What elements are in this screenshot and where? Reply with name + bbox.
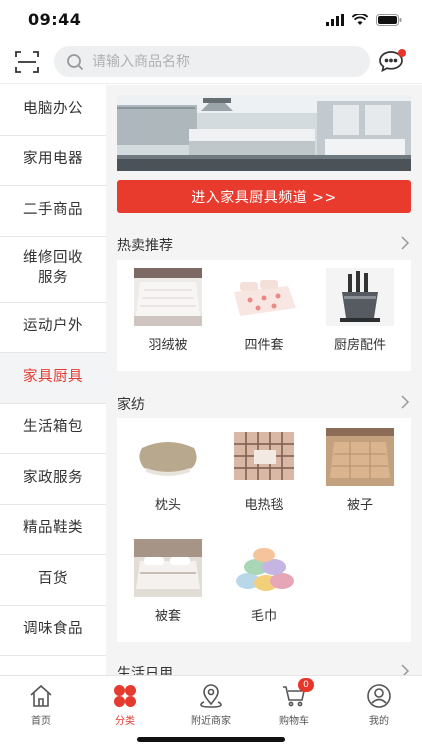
profile-icon [367,684,391,708]
cart-badge: 0 [298,678,314,692]
electric-blanket-image [230,428,298,486]
sidebar-item-seasoning-food[interactable]: 调味食品 [0,605,106,656]
sidebar-item-housekeeping[interactable]: 家政服务 [0,454,106,505]
message-badge-dot [398,49,406,57]
down-comforter-image [134,268,202,326]
tab-category[interactable]: 分类 [90,683,160,727]
sidebar-item-bags[interactable]: 生活箱包 [0,403,106,454]
tab-cart[interactable]: 0 购物车 [259,678,329,727]
scan-icon [15,51,39,73]
sidebar-item-label: 生活箱包 [23,419,83,436]
kitchen-knife-set-image [326,268,394,326]
product-item[interactable]: 被子 [315,428,405,513]
search-icon [67,54,84,71]
category-icon [114,685,136,707]
sidebar-item-label: 运动户外 [23,318,83,335]
tab-nearby-merchants[interactable]: 附近商家 [176,683,246,727]
location-icon [200,684,222,708]
tab-label: 首页 [31,716,51,727]
product-item[interactable]: 被套 [123,539,213,624]
sidebar-item-label: 家具厨具 [23,368,83,385]
sidebar-item-second-hand[interactable]: 二手商品 [0,186,106,237]
sidebar-item-general-goods[interactable]: 百货 [0,555,106,606]
sidebar-item-home-appliances[interactable]: 家用电器 [0,135,106,186]
status-bar: 09:44 [0,0,422,40]
chevron-right-icon[interactable] [400,236,410,250]
sidebar-item-shoes[interactable]: 精品鞋类 [0,504,106,555]
duvet-cover-image [134,539,202,597]
message-button[interactable] [378,49,406,75]
product-label: 毛巾 [250,609,277,624]
cart-icon-wrap: 0 [281,678,314,709]
product-label: 被套 [154,609,181,624]
sidebar-item-label: 二手商品 [23,201,83,218]
tab-home[interactable]: 首页 [6,683,76,727]
category-sidebar: 电脑办公 家用电器 二手商品 维修回收 服务 运动户外 家具厨具 生活箱包 家政… [0,85,106,675]
home-indicator [137,737,285,742]
product-label: 被子 [346,498,373,513]
product-item[interactable]: 四件套 [219,268,309,353]
chevron-right-icon[interactable] [400,664,410,675]
product-label: 四件套 [244,338,284,353]
hot-products-card: 羽绒被 四件套 厨房配件 [117,260,411,371]
product-item[interactable]: 毛巾 [219,539,309,624]
chevron-right-icon[interactable] [400,395,410,409]
product-label: 厨房配件 [333,338,386,353]
product-label: 电热毯 [244,498,284,513]
pillow-image [134,428,202,486]
section-title-daily-use: 生活日用 [117,666,173,675]
sidebar-item-label: 调味食品 [23,621,83,638]
battery-icon [376,14,402,26]
quilt-image [326,428,394,486]
product-item[interactable]: 厨房配件 [315,268,405,353]
search-input[interactable] [92,46,352,77]
section-title-home-textile: 家纺 [117,397,145,413]
sidebar-item-outdoor-sports[interactable]: 运动户外 [0,302,106,353]
tab-label: 分类 [115,716,135,727]
sidebar-item-furniture-kitchen[interactable]: 家具厨具 [0,353,106,404]
sidebar-item-label: 精品鞋类 [23,520,83,537]
tab-profile[interactable]: 我的 [344,683,414,727]
sidebar-item-label: 百货 [38,570,68,587]
sidebar-item-label: 电脑办公 [23,100,83,117]
tab-label: 附近商家 [191,716,231,727]
product-label: 枕头 [154,498,181,513]
kitchen-banner-image[interactable] [117,95,411,171]
product-item[interactable]: 电热毯 [219,428,309,513]
towel-image [230,539,298,597]
status-time: 09:44 [28,10,82,29]
section-title-hot: 热卖推荐 [117,238,173,254]
tab-label: 购物车 [279,716,309,727]
product-item[interactable]: 枕头 [123,428,213,513]
category-content: 进入家具厨具频道 >> 热卖推荐 羽绒被 四件套 厨房配件 家纺 枕头 电热毯 … [106,85,422,675]
sidebar-item-computer-office[interactable]: 电脑办公 [0,85,106,136]
sidebar-item-partial[interactable] [0,656,106,675]
product-label: 羽绒被 [148,338,188,353]
home-textile-card: 枕头 电热毯 被子 被套 毛巾 [117,418,411,642]
sidebar-item-label: 维修回收 服务 [23,250,83,286]
enter-channel-button[interactable]: 进入家具厨具频道 >> [117,180,411,213]
status-icons [326,14,402,26]
scan-button[interactable] [14,49,40,75]
sidebar-item-label: 家政服务 [23,469,83,486]
sidebar-item-label: 家用电器 [23,151,83,168]
search-box[interactable] [54,46,370,77]
signal-icon [326,14,344,26]
tab-label: 我的 [369,716,389,727]
sidebar-item-repair-recycle[interactable]: 维修回收 服务 [0,236,106,303]
bedding-set-image [230,268,298,326]
product-item[interactable]: 羽绒被 [123,268,213,353]
search-header [0,40,422,84]
wifi-icon [352,14,368,25]
home-icon [30,684,52,707]
